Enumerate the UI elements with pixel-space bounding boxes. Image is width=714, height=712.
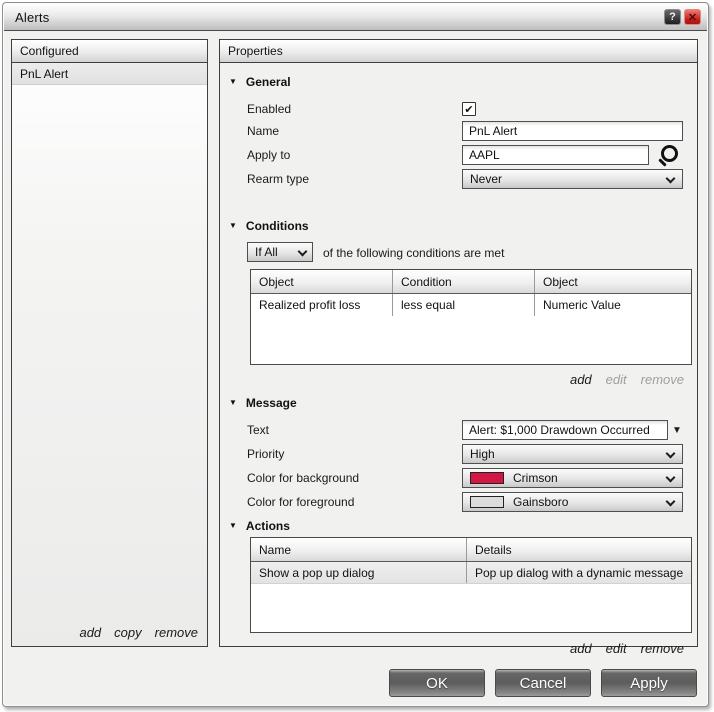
section-message-title: Message xyxy=(245,396,297,410)
enabled-row: Enabled ✔ xyxy=(220,97,697,121)
chevron-down-icon xyxy=(297,246,308,257)
rearm-row: Rearm type Never xyxy=(220,167,697,191)
collapse-icon[interactable]: ▼ xyxy=(229,521,237,530)
conditions-links: add edit remove xyxy=(570,372,684,387)
action-cell-details[interactable]: Pop up dialog with a dynamic message xyxy=(467,562,691,583)
condition-cell-condition[interactable]: less equal xyxy=(393,294,535,316)
configured-remove-link[interactable]: remove xyxy=(155,625,198,640)
actions-add-link[interactable]: add xyxy=(570,641,592,656)
name-row: Name xyxy=(220,119,697,143)
apply-to-label: Apply to xyxy=(247,148,291,162)
priority-row: Priority High xyxy=(220,442,697,466)
actions-table: Name Details Show a pop up dialog Pop up… xyxy=(250,537,692,633)
conditions-col-object1[interactable]: Object xyxy=(251,270,393,293)
configured-copy-link[interactable]: copy xyxy=(114,625,141,640)
fg-color-select[interactable]: Gainsboro xyxy=(462,492,683,512)
conditions-table: Object Condition Object Realized profit … xyxy=(250,269,692,365)
text-row: Text ▼ xyxy=(220,418,697,442)
bg-color-value: Crimson xyxy=(513,471,558,485)
bg-color-swatch xyxy=(470,472,504,484)
section-message[interactable]: ▼ Message xyxy=(229,396,297,410)
fg-color-value: Gainsboro xyxy=(513,495,569,509)
conditions-col-object2[interactable]: Object xyxy=(535,270,691,293)
cancel-button[interactable]: Cancel xyxy=(495,669,591,697)
priority-select[interactable]: High xyxy=(462,444,683,464)
conditions-col-condition[interactable]: Condition xyxy=(393,270,535,293)
actions-col-name[interactable]: Name xyxy=(251,538,467,561)
configured-add-link[interactable]: add xyxy=(79,625,101,640)
condition-cell-object2[interactable]: Numeric Value xyxy=(535,294,691,316)
match-value: If All xyxy=(255,245,278,259)
collapse-icon[interactable]: ▼ xyxy=(229,398,237,407)
close-icon[interactable]: ✕ xyxy=(684,9,701,25)
configured-links: add copy remove xyxy=(79,625,198,640)
check-icon: ✔ xyxy=(464,103,474,116)
actions-links: add edit remove xyxy=(570,641,684,656)
bg-color-label: Color for background xyxy=(247,471,360,485)
help-icon[interactable]: ? xyxy=(664,9,681,25)
match-select[interactable]: If All xyxy=(247,242,313,262)
section-general-title: General xyxy=(245,75,291,89)
table-row[interactable]: Realized profit loss less equal Numeric … xyxy=(251,294,691,316)
rearm-label: Rearm type xyxy=(247,172,310,186)
properties-header: Properties xyxy=(220,40,697,63)
message-text-input[interactable] xyxy=(462,420,668,440)
enabled-checkbox[interactable]: ✔ xyxy=(462,102,476,116)
section-actions-title: Actions xyxy=(245,519,290,533)
section-actions[interactable]: ▼ Actions xyxy=(229,519,290,533)
collapse-icon[interactable]: ▼ xyxy=(229,221,237,230)
rearm-select[interactable]: Never xyxy=(462,169,683,189)
rearm-value: Never xyxy=(470,172,503,186)
chevron-down-icon xyxy=(665,173,676,184)
name-input[interactable] xyxy=(462,121,683,141)
bg-color-select[interactable]: Crimson xyxy=(462,468,683,488)
ok-button[interactable]: OK xyxy=(389,669,485,697)
fg-color-swatch xyxy=(470,496,504,508)
conditions-table-header: Object Condition Object xyxy=(251,270,691,294)
chevron-down-icon xyxy=(665,496,676,507)
screen: Alerts ? ✕ Configured PnL Alert add copy… xyxy=(0,0,714,712)
bg-color-row: Color for background Crimson xyxy=(220,466,697,490)
text-label: Text xyxy=(247,423,270,437)
name-label: Name xyxy=(247,124,280,138)
properties-panel: Properties ▼ General Enabled ✔ Name PnL … xyxy=(219,39,698,656)
actions-table-header: Name Details xyxy=(251,538,691,562)
list-item-pnl-alert[interactable]: PnL Alert xyxy=(12,63,207,85)
apply-to-input[interactable] xyxy=(462,145,649,165)
collapse-icon[interactable]: ▼ xyxy=(229,77,237,86)
priority-label: Priority xyxy=(247,447,285,461)
enabled-label: Enabled xyxy=(247,102,292,116)
section-conditions-title: Conditions xyxy=(245,219,309,233)
alerts-dialog: Alerts ? ✕ Configured PnL Alert add copy… xyxy=(2,2,709,707)
actions-remove-link[interactable]: remove xyxy=(641,641,684,656)
configured-panel: Configured PnL Alert add copy remove xyxy=(11,39,208,647)
combo-arrow-icon[interactable]: ▼ xyxy=(672,425,682,436)
conditions-add-link[interactable]: add xyxy=(570,372,592,387)
apply-to-row: Apply to xyxy=(220,143,697,167)
action-cell-name[interactable]: Show a pop up dialog xyxy=(251,562,467,583)
search-icon[interactable] xyxy=(656,144,680,166)
actions-col-details[interactable]: Details xyxy=(467,538,691,561)
chevron-down-icon xyxy=(665,448,676,459)
section-conditions[interactable]: ▼ Conditions xyxy=(229,219,309,233)
window-title: Alerts xyxy=(15,9,50,25)
apply-button[interactable]: Apply xyxy=(601,669,697,697)
fg-color-label: Color for foreground xyxy=(247,495,355,509)
condition-cell-object1[interactable]: Realized profit loss xyxy=(251,294,393,316)
table-row[interactable]: Show a pop up dialog Pop up dialog with … xyxy=(251,562,691,584)
title-bar: Alerts ? ✕ xyxy=(4,4,707,31)
match-text: of the following conditions are met xyxy=(323,246,505,260)
actions-edit-link[interactable]: edit xyxy=(606,641,627,656)
match-row: If All of the following conditions are m… xyxy=(220,241,697,265)
configured-header: Configured xyxy=(12,40,207,63)
section-general[interactable]: ▼ General xyxy=(229,75,291,89)
conditions-edit-link[interactable]: edit xyxy=(606,372,627,387)
priority-value: High xyxy=(470,447,495,461)
chevron-down-icon xyxy=(665,472,676,483)
fg-color-row: Color for foreground Gainsboro xyxy=(220,490,697,514)
conditions-remove-link[interactable]: remove xyxy=(641,372,684,387)
